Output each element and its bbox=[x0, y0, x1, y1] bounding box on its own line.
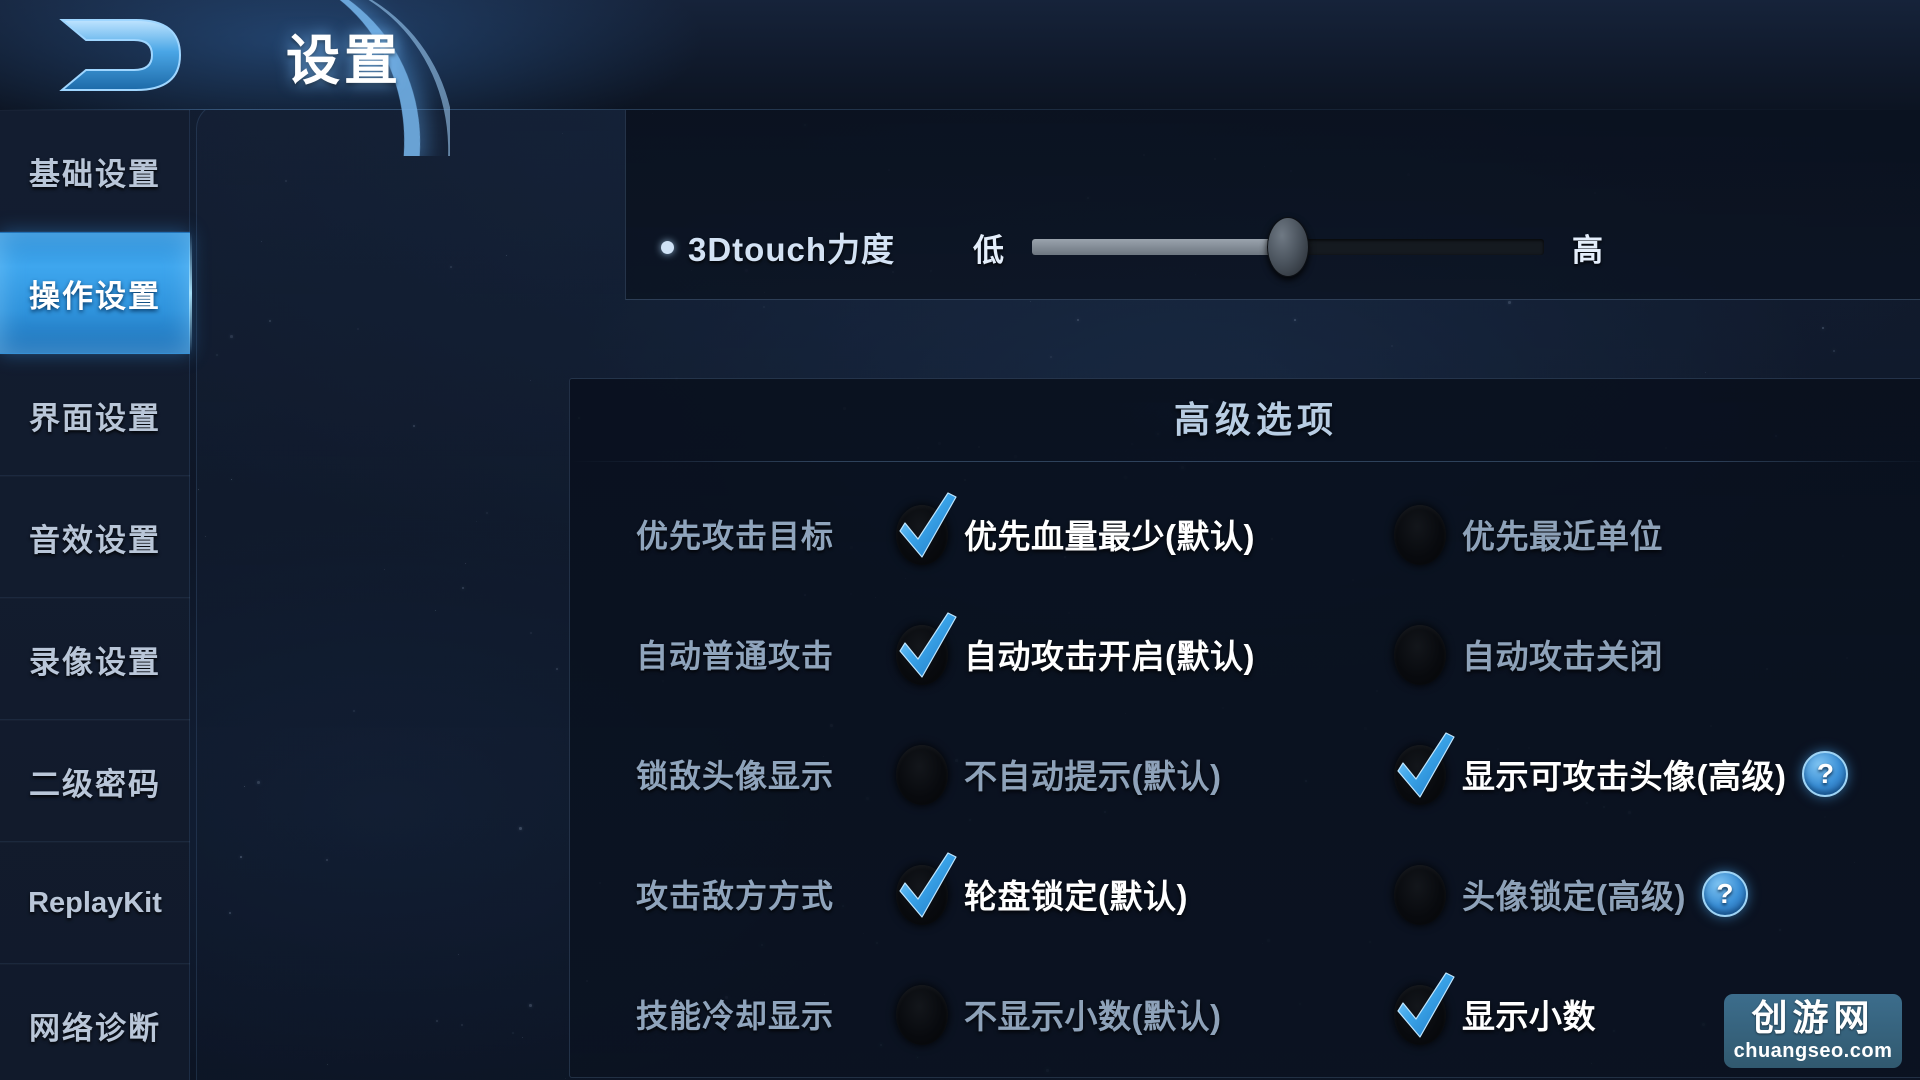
sidebar-item-label: 网络诊断 bbox=[29, 1010, 161, 1046]
sidebar-item-label: 操作设置 bbox=[29, 278, 161, 314]
slider-low-label: 低 bbox=[973, 232, 1004, 268]
game-logo-icon bbox=[40, 8, 200, 102]
sidebar-item-label: 二级密码 bbox=[29, 766, 161, 802]
sidebar-item-label: ReplayKit bbox=[28, 886, 162, 919]
option-label: 轮盘锁定(默认) bbox=[964, 878, 1188, 915]
checkmark-icon[interactable] bbox=[890, 612, 957, 687]
help-icon[interactable]: ? bbox=[1701, 871, 1748, 917]
radio-unselected-icon[interactable] bbox=[1388, 861, 1448, 927]
sidebar-item-1[interactable]: 操作设置 bbox=[0, 232, 192, 354]
advanced-options-section: 高级选项 优先攻击目标 优先血量最少(默认) 优先最近单位自动普通攻击 自动攻击开启(… bbox=[569, 378, 1920, 1078]
option-row-3: 攻击敌方方式 轮盘锁定(默认) 头像锁定(高级)? bbox=[570, 835, 1920, 953]
option-selected-left[interactable]: 自动攻击开启(默认) bbox=[890, 612, 1380, 687]
checkmark-icon[interactable] bbox=[1388, 972, 1455, 1047]
checkmark-icon[interactable] bbox=[890, 852, 957, 927]
option-row-1: 自动普通攻击 自动攻击开启(默认) 自动攻击关闭 bbox=[570, 595, 1920, 713]
option-row-2: 锁敌头像显示 不自动提示(默认) 显示可攻击头像(高级)? bbox=[570, 715, 1920, 833]
app-header: 设置 bbox=[0, 0, 1920, 110]
option-label: 头像锁定(高级) bbox=[1462, 878, 1686, 915]
sidebar-item-4[interactable]: 录像设置 bbox=[0, 598, 190, 720]
option-label: 显示可攻击头像(高级) bbox=[1462, 758, 1787, 795]
radio-unselected-icon[interactable] bbox=[890, 981, 950, 1047]
sidebar-item-7[interactable]: 网络诊断 bbox=[0, 964, 190, 1080]
option-selected-left[interactable]: 优先血量最少(默认) bbox=[890, 492, 1380, 567]
advanced-options-title: 高级选项 bbox=[1173, 399, 1338, 440]
sidebar-item-2[interactable]: 界面设置 bbox=[0, 354, 190, 476]
option-label: 显示小数 bbox=[1462, 998, 1596, 1035]
sidebar-item-5[interactable]: 二级密码 bbox=[0, 720, 190, 842]
checkmark-icon[interactable] bbox=[890, 492, 957, 567]
settings-panel: 3Dtouch力度 低 高 高级选项 优先攻击目标 优先血量最少(默认) 优先最近单… bbox=[196, 103, 1920, 1080]
sidebar-item-label: 音效设置 bbox=[29, 522, 161, 558]
option-label: 自动攻击开启(默认) bbox=[964, 638, 1255, 675]
slider-fill bbox=[1032, 239, 1288, 255]
radio-unselected-icon[interactable] bbox=[1388, 501, 1448, 567]
touch-force-slider-group: 低 高 bbox=[973, 217, 1603, 277]
touch-force-section: 3Dtouch力度 低 高 bbox=[625, 104, 1920, 300]
site-watermark: 创游网 chuangseo.com bbox=[1724, 994, 1902, 1068]
option-label: 优先血量最少(默认) bbox=[964, 518, 1255, 555]
option-unselected-right[interactable]: 头像锁定(高级)? bbox=[1388, 861, 1748, 927]
option-row-label: 技能冷却显示 bbox=[636, 998, 835, 1034]
sidebar-nav: 基础设置操作设置界面设置音效设置录像设置二级密码 ReplayKit 网络诊断 bbox=[0, 110, 192, 1080]
option-label: 不自动提示(默认) bbox=[964, 758, 1222, 795]
option-unselected-left[interactable]: 不自动提示(默认) bbox=[890, 741, 1380, 807]
touch-force-slider[interactable] bbox=[1032, 217, 1544, 277]
sidebar-item-label: 录像设置 bbox=[29, 644, 161, 680]
page-title: 设置 bbox=[286, 31, 402, 91]
option-selected-right[interactable]: 显示可攻击头像(高级)? bbox=[1388, 732, 1849, 807]
settings-screen: 设置 基础设置操作设置界面设置音效设置录像设置二级密码 ReplayKit 网络诊断… bbox=[0, 0, 1920, 1080]
option-label: 自动攻击关闭 bbox=[1462, 638, 1663, 675]
option-unselected-right[interactable]: 优先最近单位 bbox=[1388, 501, 1663, 567]
watermark-cn-text: 创游网 bbox=[1751, 997, 1875, 1038]
option-selected-right[interactable]: 显示小数 bbox=[1388, 972, 1596, 1047]
touch-force-label: 3Dtouch力度 bbox=[688, 231, 895, 268]
help-icon[interactable]: ? bbox=[1802, 751, 1849, 797]
sidebar-item-6[interactable]: ReplayKit bbox=[0, 842, 190, 964]
radio-unselected-icon[interactable] bbox=[890, 741, 950, 807]
slider-knob[interactable] bbox=[1267, 217, 1309, 277]
bullet-icon bbox=[661, 240, 674, 254]
option-unselected-left[interactable]: 不显示小数(默认) bbox=[890, 981, 1380, 1047]
option-row-label: 攻击敌方方式 bbox=[636, 878, 835, 914]
option-selected-left[interactable]: 轮盘锁定(默认) bbox=[890, 852, 1380, 927]
option-label: 优先最近单位 bbox=[1462, 518, 1663, 555]
section-divider bbox=[570, 461, 1920, 462]
option-row-label: 优先攻击目标 bbox=[636, 518, 835, 554]
watermark-url-text: chuangseo.com bbox=[1733, 1039, 1893, 1062]
option-row-4: 技能冷却显示 不显示小数(默认) 显示小数 bbox=[570, 955, 1920, 1073]
radio-unselected-icon[interactable] bbox=[1388, 621, 1448, 687]
sidebar-item-label: 界面设置 bbox=[29, 400, 161, 436]
option-row-label: 自动普通攻击 bbox=[636, 638, 835, 674]
option-row-0: 优先攻击目标 优先血量最少(默认) 优先最近单位 bbox=[570, 475, 1920, 593]
sidebar-item-0[interactable]: 基础设置 bbox=[0, 110, 190, 232]
option-row-label: 锁敌头像显示 bbox=[636, 758, 835, 794]
option-label: 不显示小数(默认) bbox=[964, 998, 1222, 1035]
sidebar-item-label: 基础设置 bbox=[29, 156, 161, 192]
sidebar-item-3[interactable]: 音效设置 bbox=[0, 476, 190, 598]
option-unselected-right[interactable]: 自动攻击关闭 bbox=[1388, 621, 1663, 687]
checkmark-icon[interactable] bbox=[1388, 732, 1455, 807]
touch-force-row: 3Dtouch力度 低 高 bbox=[626, 194, 1920, 300]
slider-high-label: 高 bbox=[1572, 232, 1603, 268]
